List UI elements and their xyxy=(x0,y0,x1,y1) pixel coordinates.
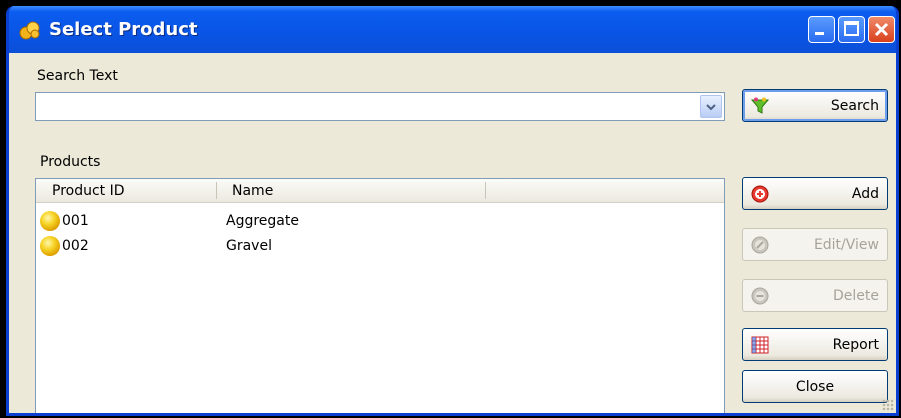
title-bar[interactable]: Select Product xyxy=(9,6,896,53)
close-button[interactable]: Close xyxy=(742,370,888,403)
close-icon xyxy=(874,22,889,37)
list-item[interactable]: 001 Aggregate xyxy=(36,209,724,233)
funnel-icon xyxy=(751,97,769,114)
edit-view-button[interactable]: Edit/View xyxy=(742,228,888,261)
delete-button-label: Delete xyxy=(833,288,879,304)
column-header-name[interactable]: Name xyxy=(232,183,273,199)
search-text-combobox[interactable] xyxy=(35,92,725,121)
products-list-header: Product ID Name xyxy=(36,179,724,203)
resize-grip[interactable] xyxy=(882,399,894,411)
list-item[interactable]: 002 Gravel xyxy=(36,234,724,258)
report-button-label: Report xyxy=(832,337,879,353)
search-button[interactable]: Search xyxy=(742,89,888,122)
product-name-cell: Gravel xyxy=(226,238,272,254)
add-button[interactable]: Add xyxy=(742,177,888,210)
products-list[interactable]: Product ID Name 001 Aggregate 002 Gravel xyxy=(35,178,725,413)
product-bullet-icon xyxy=(40,211,60,231)
close-button-label: Close xyxy=(795,379,835,395)
product-name-cell: Aggregate xyxy=(226,213,299,229)
product-id-cell: 002 xyxy=(62,238,89,254)
product-coins-icon xyxy=(19,21,40,40)
delete-circle-icon xyxy=(751,287,769,305)
product-id-cell: 001 xyxy=(62,213,89,229)
maximize-icon xyxy=(844,21,859,36)
minimize-icon xyxy=(815,32,824,35)
window-title: Select Product xyxy=(49,19,198,40)
add-button-label: Add xyxy=(851,186,879,202)
edit-view-button-label: Edit/View xyxy=(813,237,879,253)
search-button-label: Search xyxy=(830,98,879,114)
column-header-product-id[interactable]: Product ID xyxy=(52,183,125,199)
dropdown-button[interactable] xyxy=(700,95,722,118)
grid-report-icon xyxy=(751,336,769,354)
edit-circle-icon xyxy=(751,236,769,254)
report-button[interactable]: Report xyxy=(742,328,888,361)
dialog-body: Search Text Search Products Product ID N… xyxy=(9,53,896,413)
select-product-window: Select Product Search Text Search Produc… xyxy=(6,6,899,416)
close-window-button[interactable] xyxy=(868,16,895,43)
delete-button[interactable]: Delete xyxy=(742,279,888,312)
column-divider[interactable] xyxy=(216,182,217,199)
products-label: Products xyxy=(40,154,101,170)
product-bullet-icon xyxy=(40,236,60,256)
chevron-down-icon xyxy=(706,103,716,110)
maximize-button[interactable] xyxy=(838,16,865,43)
minimize-button[interactable] xyxy=(808,16,835,43)
column-divider[interactable] xyxy=(485,182,486,199)
search-text-label: Search Text xyxy=(37,68,118,84)
add-circle-icon xyxy=(751,185,769,203)
